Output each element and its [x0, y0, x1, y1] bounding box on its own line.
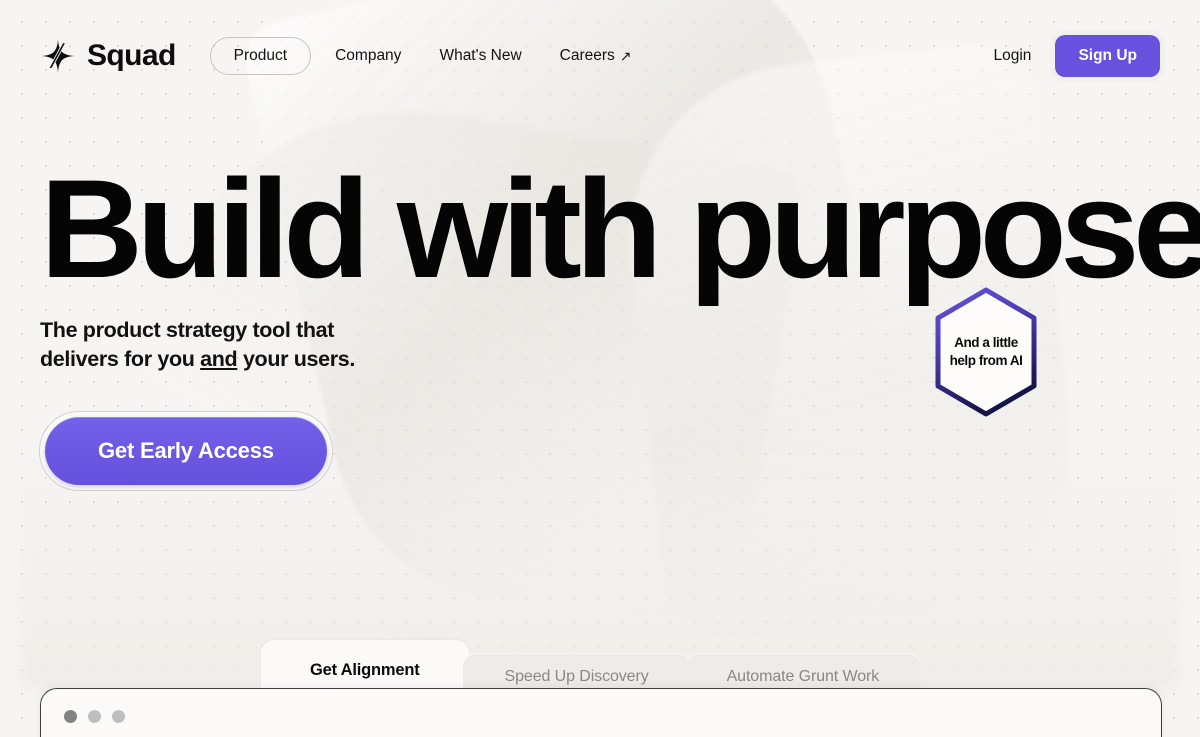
- nav-item-product[interactable]: Product: [209, 37, 312, 75]
- page-title: Build with purpose: [40, 150, 1200, 307]
- hero-subheading-emphasis: and: [200, 346, 238, 371]
- browser-mockup-window: [40, 688, 1162, 737]
- top-navigation-bar: Squad Product Company What's New Careers…: [0, 0, 1200, 112]
- nav-item-whats-new-label: What's New: [439, 47, 522, 65]
- nav-item-company[interactable]: Company: [321, 38, 415, 74]
- sign-up-button[interactable]: Sign Up: [1055, 35, 1160, 77]
- four-point-star-slash-icon: [41, 39, 75, 73]
- nav-item-careers[interactable]: Careers ↗: [546, 38, 646, 74]
- hero-subheading: The product strategy tool that delivers …: [40, 316, 380, 374]
- get-early-access-button[interactable]: Get Early Access: [45, 416, 327, 485]
- window-dot-close-icon[interactable]: [64, 710, 77, 723]
- nav-item-company-label: Company: [335, 47, 402, 65]
- nav-links: Product Company What's New Careers ↗: [209, 37, 646, 75]
- nav-actions: Login Sign Up: [994, 35, 1160, 77]
- hexagon-badge-icon: [935, 287, 1037, 417]
- login-link[interactable]: Login: [994, 48, 1032, 64]
- brand-logo[interactable]: Squad: [40, 38, 176, 74]
- window-dot-minimize-icon[interactable]: [88, 710, 101, 723]
- cta-button-halo: Get Early Access: [40, 411, 332, 490]
- hero-subheading-part2: your users.: [237, 346, 356, 371]
- landing-page: Squad Product Company What's New Careers…: [0, 0, 1200, 737]
- brand-name: Squad: [87, 39, 176, 72]
- ai-help-badge: And a little help from AI: [928, 286, 1044, 418]
- external-link-arrow-icon: ↗: [619, 48, 632, 64]
- window-dot-maximize-icon[interactable]: [112, 710, 125, 723]
- window-controls: [64, 710, 125, 723]
- nav-item-careers-label: Careers: [559, 47, 615, 65]
- nav-item-whats-new[interactable]: What's New: [425, 38, 535, 74]
